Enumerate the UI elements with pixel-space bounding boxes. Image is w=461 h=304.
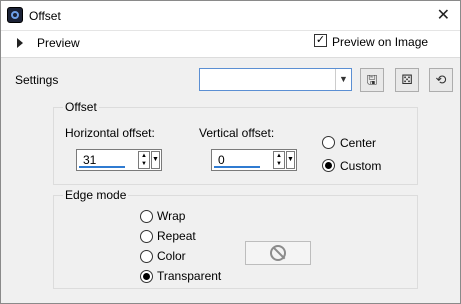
offset-group: Offset Horizontal offset: Vertical offse… xyxy=(53,100,418,185)
horizontal-offset-value[interactable]: 31 xyxy=(83,153,96,167)
horizontal-offset-input[interactable]: 31 ▲ ▼ ▼ xyxy=(76,149,162,171)
chevron-down-icon[interactable]: ▼ xyxy=(335,69,351,90)
horizontal-offset-label: Horizontal offset: xyxy=(65,126,155,140)
center-label[interactable]: Center xyxy=(340,136,376,150)
vertical-offset-label: Vertical offset: xyxy=(199,126,275,140)
settings-row: Settings ▼ 🖫 ⚄ ⟲ xyxy=(1,57,460,97)
window-title: Offset xyxy=(29,9,61,23)
vertical-offset-dropdown[interactable]: ▼ xyxy=(286,151,295,169)
preview-on-image-label[interactable]: Preview on Image xyxy=(332,35,428,49)
preview-row: Preview ✓ Preview on Image xyxy=(1,31,460,57)
vertical-offset-input[interactable]: 0 ▲ ▼ ▼ xyxy=(211,149,297,171)
center-radio[interactable] xyxy=(322,136,335,149)
custom-radio[interactable] xyxy=(322,159,335,172)
horizontal-offset-stepper[interactable]: ▲ ▼ xyxy=(138,151,150,169)
dice-icon: ⚄ xyxy=(401,72,413,87)
vertical-offset-slider[interactable] xyxy=(214,166,260,168)
wrap-label[interactable]: Wrap xyxy=(157,209,185,223)
color-label[interactable]: Color xyxy=(157,249,186,263)
horizontal-offset-slider[interactable] xyxy=(79,166,125,168)
offset-app-icon xyxy=(7,7,23,23)
vertical-offset-stepper[interactable]: ▲ ▼ xyxy=(273,151,285,169)
no-color-icon xyxy=(270,245,286,261)
custom-label[interactable]: Custom xyxy=(340,159,381,173)
color-radio[interactable] xyxy=(140,250,153,263)
title-bar: Offset ✕ xyxy=(1,1,460,31)
transparent-label[interactable]: Transparent xyxy=(157,269,221,283)
settings-label: Settings xyxy=(15,73,59,87)
save-preset-button[interactable]: 🖫 xyxy=(360,68,384,92)
transparent-radio[interactable] xyxy=(140,270,153,283)
edge-mode-group: Edge mode Wrap Repeat Color Transparent xyxy=(53,188,418,289)
preview-label[interactable]: Preview xyxy=(37,36,80,50)
close-icon[interactable]: ✕ xyxy=(437,5,450,25)
wrap-radio[interactable] xyxy=(140,210,153,223)
expand-preview-icon[interactable] xyxy=(17,38,23,48)
preview-on-image-checkbox[interactable]: ✓ xyxy=(314,34,327,47)
offset-group-title: Offset xyxy=(63,100,99,114)
edge-mode-title: Edge mode xyxy=(63,188,129,202)
edge-color-swatch[interactable] xyxy=(245,241,311,265)
randomize-button[interactable]: ⚄ xyxy=(395,68,419,92)
save-icon: 🖫 xyxy=(366,72,378,87)
offset-dialog: Offset ✕ Preview ✓ Preview on Image Sett… xyxy=(0,0,461,304)
horizontal-offset-dropdown[interactable]: ▼ xyxy=(151,151,160,169)
repeat-label[interactable]: Repeat xyxy=(157,229,196,243)
reset-button[interactable]: ⟲ xyxy=(429,68,453,92)
vertical-offset-value[interactable]: 0 xyxy=(218,153,225,167)
preset-combo[interactable]: ▼ xyxy=(199,68,352,91)
repeat-radio[interactable] xyxy=(140,230,153,243)
reset-icon: ⟲ xyxy=(435,72,447,87)
